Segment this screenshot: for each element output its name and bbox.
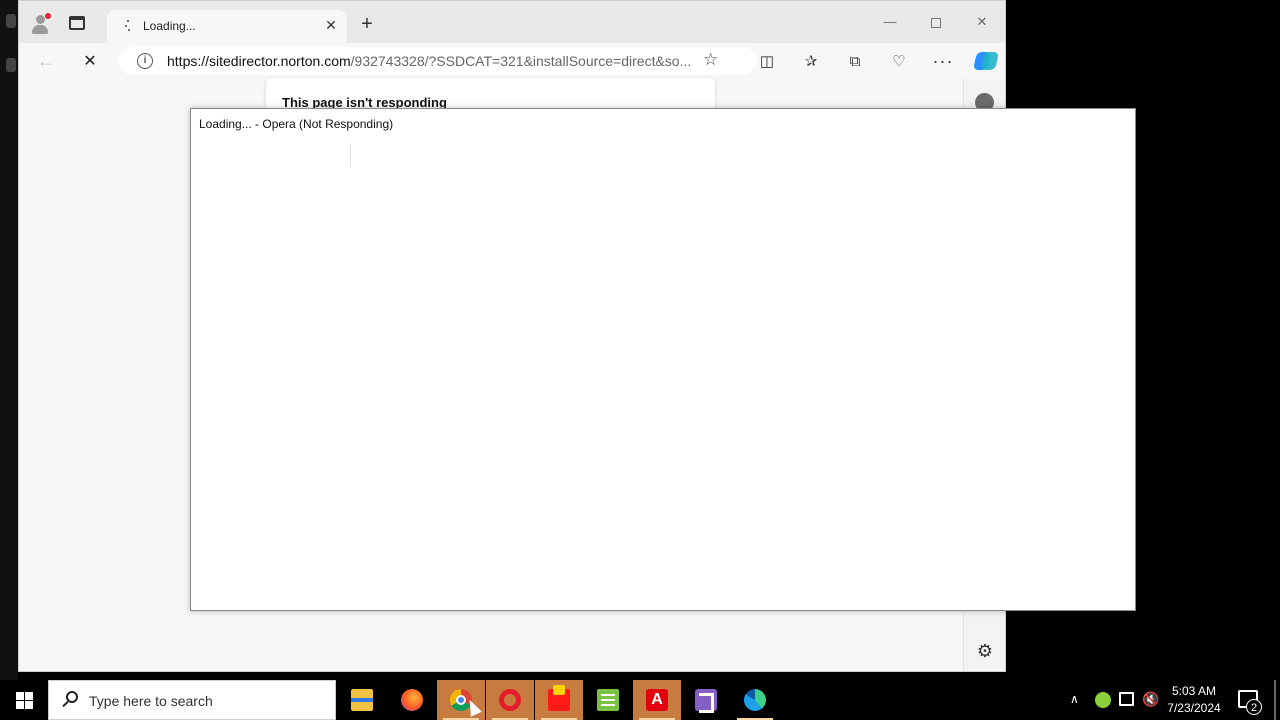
search-icon [61,691,79,709]
sidebar-settings-icon[interactable]: ⚙ [975,641,995,661]
minimize-button[interactable]: — [867,9,913,35]
taskbar-edge[interactable] [731,680,779,720]
search-placeholder: Type here to search [89,693,213,709]
clock[interactable]: 5:03 AM 7/23/2024 [1160,683,1228,717]
taskbar-firefox[interactable] [388,680,436,720]
copilot-icon[interactable] [973,50,999,72]
tab-close-icon[interactable]: ✕ [322,16,340,34]
loading-spinner-icon [123,20,133,32]
profile-icon[interactable] [29,13,51,35]
opera-not-responding-window[interactable]: Loading... - Opera (Not Responding) [190,108,1136,611]
start-button[interactable] [0,680,48,720]
browser-essentials-icon[interactable]: ♡ [888,51,910,71]
address-bar[interactable]: i https://sitedirector.norton.com/932743… [119,47,757,75]
site-info-icon[interactable]: i [137,53,153,69]
taskbar: Type here to search A ∧ 🔇 5:03 AM 7/23/2… [0,680,1280,720]
show-hidden-icons-chevron-icon[interactable]: ∧ [1070,692,1079,720]
favorite-star-icon[interactable]: ☆ [703,50,718,70]
windows-logo-icon [16,692,24,700]
taskbar-notepad[interactable] [584,680,632,720]
favorites-icon[interactable]: ✰ [800,51,822,71]
search-box[interactable]: Type here to search [48,680,336,720]
tab-loading[interactable]: Loading... ✕ [107,10,347,43]
stop-loading-icon[interactable]: ✕ [79,52,101,70]
volume-muted-icon[interactable]: 🔇 [1142,691,1159,720]
network-icon[interactable] [1119,692,1134,706]
maximize-button[interactable] [913,9,959,35]
notification-count-badge: 2 [1246,699,1262,715]
taskbar-opera[interactable] [486,680,534,720]
edge-icon [744,689,766,711]
back-arrow-icon[interactable]: ← [35,51,57,71]
firefox-icon [401,689,423,711]
collections-icon[interactable]: ⧉ [844,51,866,71]
security-tray-icon[interactable] [1095,692,1111,708]
tab-actions-icon[interactable] [69,16,85,30]
taskbar-avira[interactable]: A [633,680,681,720]
file-explorer-icon [351,689,373,711]
window-title: Loading... - Opera (Not Responding) [199,117,394,131]
title-bar: Loading... ✕ + — ✕ [19,1,1005,43]
taskbar-file-explorer[interactable] [338,680,386,720]
visual-studio-icon [695,689,717,713]
divider [350,143,351,167]
show-desktop-button[interactable] [1274,680,1276,720]
tab-title: Loading... [143,19,196,33]
close-button[interactable]: ✕ [959,9,1005,35]
desktop-edge [0,0,18,680]
more-options-icon[interactable]: ··· [932,51,954,71]
clock-time: 5:03 AM [1171,684,1217,698]
clock-date: 7/23/2024 [1167,701,1221,715]
new-tab-button[interactable]: + [357,14,377,34]
taskbar-norton[interactable] [535,680,583,720]
desktop-icon [6,14,16,28]
taskbar-chrome[interactable] [437,680,485,720]
desktop-icon [6,58,16,72]
avira-icon: A [646,689,668,711]
norton-icon [548,685,570,711]
url-text[interactable]: https://sitedirector.norton.com/93274332… [167,53,697,69]
notepad-icon [597,689,619,711]
split-screen-icon[interactable]: ◫ [756,51,778,71]
taskbar-visual-studio[interactable] [682,680,730,720]
opera-icon [499,689,521,711]
